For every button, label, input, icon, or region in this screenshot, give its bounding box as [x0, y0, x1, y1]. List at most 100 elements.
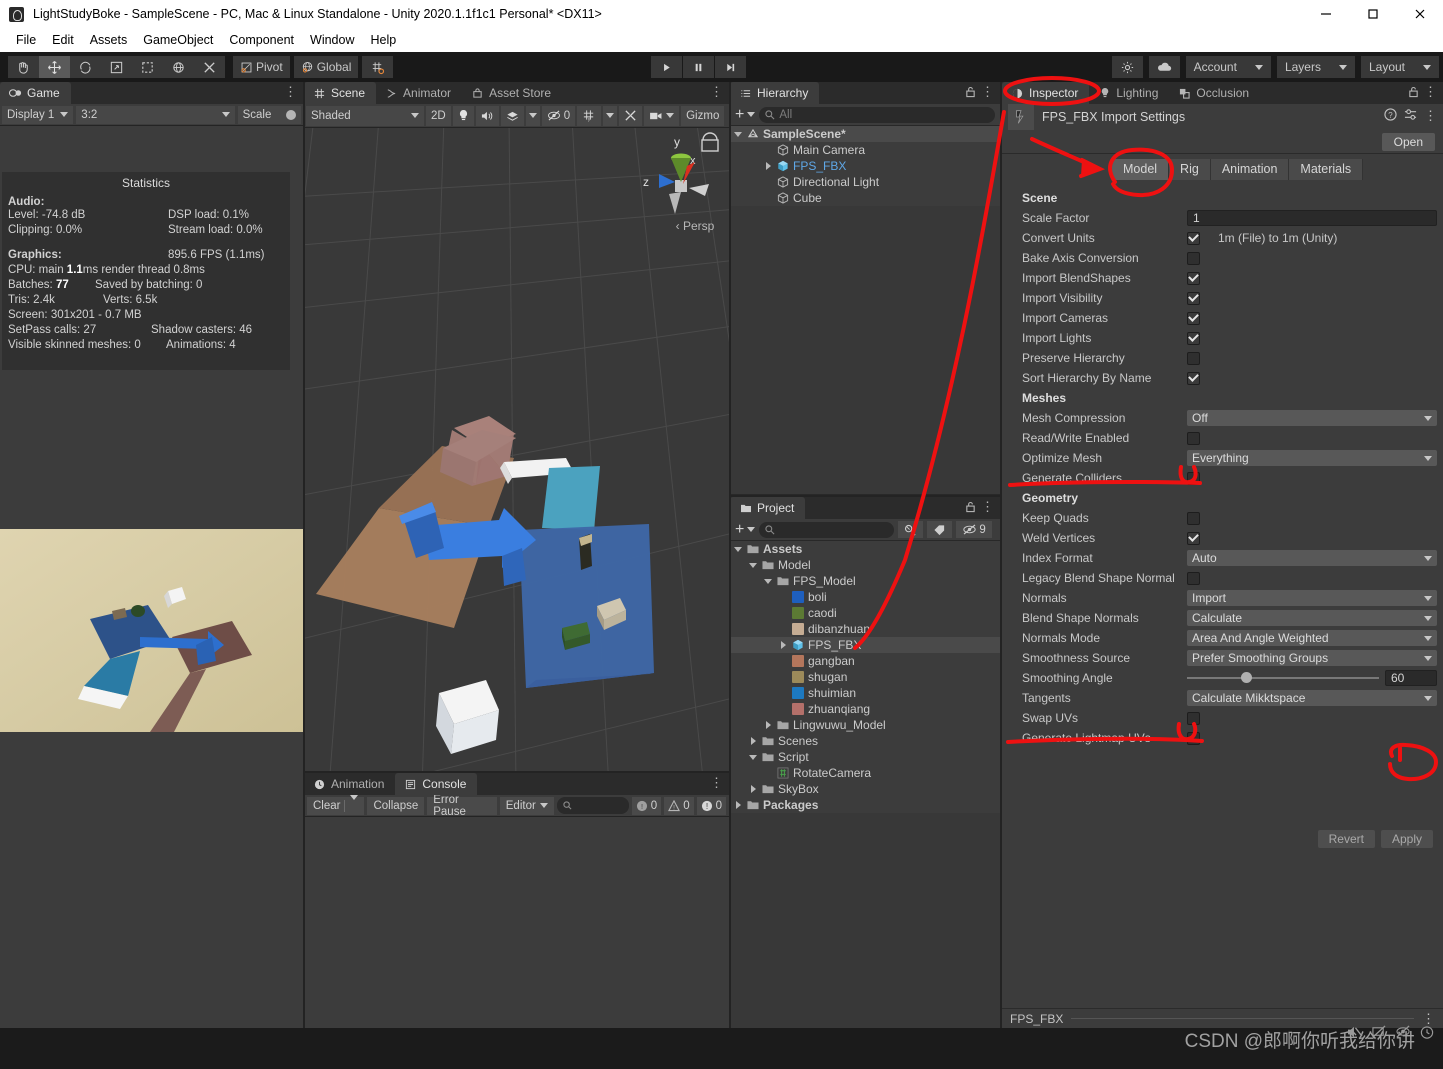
rect-tool-icon[interactable]	[132, 56, 163, 78]
project-item-row[interactable]: boli	[730, 589, 1000, 605]
checkbox[interactable]	[1187, 511, 1200, 525]
scene-gizmos-dropdown[interactable]: Gizmo	[681, 105, 725, 126]
project-item-row[interactable]: Packages	[730, 797, 1000, 813]
console-search-input[interactable]	[556, 797, 629, 814]
menu-gameobject[interactable]: GameObject	[135, 31, 221, 49]
tab-game[interactable]: Game	[0, 82, 71, 104]
project-item-row[interactable]: SkyBox	[730, 781, 1000, 797]
menu-component[interactable]: Component	[221, 31, 302, 49]
scene-grid-icon[interactable]: y	[577, 105, 602, 126]
pause-button[interactable]	[683, 56, 714, 78]
lock-icon[interactable]	[965, 501, 976, 516]
clear-button[interactable]: Clear	[307, 794, 365, 815]
create-asset-button[interactable]: +	[735, 521, 756, 537]
slider-track[interactable]	[1187, 672, 1379, 683]
chevron-right-icon[interactable]	[764, 161, 773, 171]
project-hidden-packages-button[interactable]: 9	[956, 521, 992, 538]
project-search-input[interactable]	[759, 521, 895, 538]
menu-edit[interactable]: Edit	[44, 31, 82, 49]
lock-icon[interactable]	[965, 86, 976, 101]
warning-count-toggle[interactable]: ! 0	[664, 796, 694, 815]
divider-hierarchy-project[interactable]	[730, 495, 1000, 497]
tab-scene[interactable]: Scene	[304, 82, 377, 104]
project-item-row[interactable]: Assets	[730, 541, 1000, 557]
chevron-right-icon[interactable]	[734, 800, 743, 810]
dropdown[interactable]: Everything	[1187, 450, 1437, 466]
layout-dropdown[interactable]: Layout	[1360, 56, 1439, 78]
divider-scene-hierarchy[interactable]	[729, 82, 731, 1028]
dropdown[interactable]: Calculate	[1187, 610, 1437, 626]
move-tool-icon[interactable]	[39, 56, 70, 78]
scale-knob[interactable]	[286, 109, 296, 120]
hierarchy-item-row[interactable]: Main Camera	[730, 142, 1000, 158]
checkbox[interactable]	[1187, 711, 1200, 725]
checkbox[interactable]	[1187, 571, 1200, 585]
rotate-tool-icon[interactable]	[70, 56, 101, 78]
scene-fx-icon[interactable]	[500, 105, 524, 126]
account-dropdown[interactable]: Account	[1185, 56, 1271, 78]
chevron-down-icon[interactable]	[734, 130, 743, 139]
project-item-row[interactable]: gangban	[730, 653, 1000, 669]
global-toggle[interactable]: Global	[293, 56, 359, 78]
chevron-right-icon[interactable]	[764, 720, 773, 730]
divider-game-scene[interactable]	[303, 82, 305, 1028]
game-menu-kebab[interactable]: ⋮	[284, 85, 297, 98]
cloud-icon[interactable]	[1148, 56, 1180, 78]
chevron-right-icon[interactable]	[749, 784, 758, 794]
chevron-down-icon[interactable]	[734, 545, 743, 554]
hierarchy-item-row[interactable]: FPS_FBX	[730, 158, 1000, 174]
chevron-down-icon[interactable]	[764, 577, 773, 586]
project-item-row[interactable]: RotateCamera	[730, 765, 1000, 781]
log-count-toggle[interactable]: ! 0	[631, 796, 662, 815]
revert-button[interactable]: Revert	[1317, 830, 1375, 848]
collapse-button[interactable]: Collapse	[367, 796, 425, 815]
checkbox[interactable]	[1187, 271, 1200, 285]
play-button[interactable]	[651, 56, 682, 78]
hierarchy-item-row[interactable]: Cube	[730, 190, 1000, 206]
dropdown[interactable]: Calculate Mikktspace	[1187, 690, 1437, 706]
tab-inspector[interactable]: Inspector	[1002, 82, 1090, 104]
tab-hierarchy[interactable]: Hierarchy	[730, 82, 820, 104]
tab-animator[interactable]: Animator	[376, 82, 462, 104]
tab-lighting[interactable]: Lighting	[1089, 82, 1169, 104]
checkbox[interactable]	[1187, 531, 1200, 545]
dropdown[interactable]: Off	[1187, 410, 1437, 426]
chevron-down-icon[interactable]	[749, 753, 758, 762]
import-tab-rig[interactable]: Rig	[1169, 158, 1211, 180]
import-tab-materials[interactable]: Materials	[1289, 158, 1364, 180]
project-item-row[interactable]: zhuanqiang	[730, 701, 1000, 717]
project-item-row[interactable]: Lingwuwu_Model	[730, 717, 1000, 733]
slider-value-input[interactable]: 60	[1385, 670, 1437, 686]
dropdown[interactable]: Auto	[1187, 550, 1437, 566]
hand-tool-icon[interactable]	[8, 56, 39, 78]
console-menu-kebab[interactable]: ⋮	[710, 776, 723, 789]
tab-asset-store[interactable]: Asset Store	[462, 82, 562, 104]
dropdown[interactable]: Import	[1187, 590, 1437, 606]
layers-dropdown[interactable]: Layers	[1276, 56, 1355, 78]
checkbox[interactable]	[1187, 331, 1200, 345]
checkbox[interactable]	[1187, 471, 1200, 485]
checkbox[interactable]	[1187, 311, 1200, 325]
lock-icon[interactable]	[1408, 86, 1419, 101]
dropdown[interactable]: Prefer Smoothing Groups	[1187, 650, 1437, 666]
grid-snap-icon[interactable]	[362, 56, 394, 78]
create-object-button[interactable]: +	[735, 106, 756, 122]
custom-tool-icon[interactable]	[194, 56, 225, 78]
checkbox[interactable]	[1187, 231, 1200, 245]
progress-icon[interactable]	[1419, 1025, 1435, 1043]
scene-menu-kebab[interactable]: ⋮	[710, 85, 723, 98]
project-item-row[interactable]: Model	[730, 557, 1000, 573]
import-tab-animation[interactable]: Animation	[1210, 158, 1290, 180]
slider-knob[interactable]	[1240, 672, 1252, 683]
checkbox[interactable]	[1187, 431, 1200, 445]
clear-on-play-icon[interactable]	[1371, 1025, 1387, 1043]
project-menu-kebab[interactable]: ⋮	[981, 500, 994, 513]
scene-camera-icon[interactable]	[644, 105, 680, 126]
project-item-row[interactable]: FPS_Model	[730, 573, 1000, 589]
project-filter-label-button[interactable]	[927, 521, 953, 538]
pivot-toggle[interactable]: Pivot	[233, 56, 290, 78]
hierarchy-item-row[interactable]: SampleScene*	[730, 126, 1000, 142]
toggle-2d-button[interactable]: 2D	[426, 105, 451, 126]
checkbox[interactable]	[1187, 371, 1200, 385]
project-item-row[interactable]: shugan	[730, 669, 1000, 685]
